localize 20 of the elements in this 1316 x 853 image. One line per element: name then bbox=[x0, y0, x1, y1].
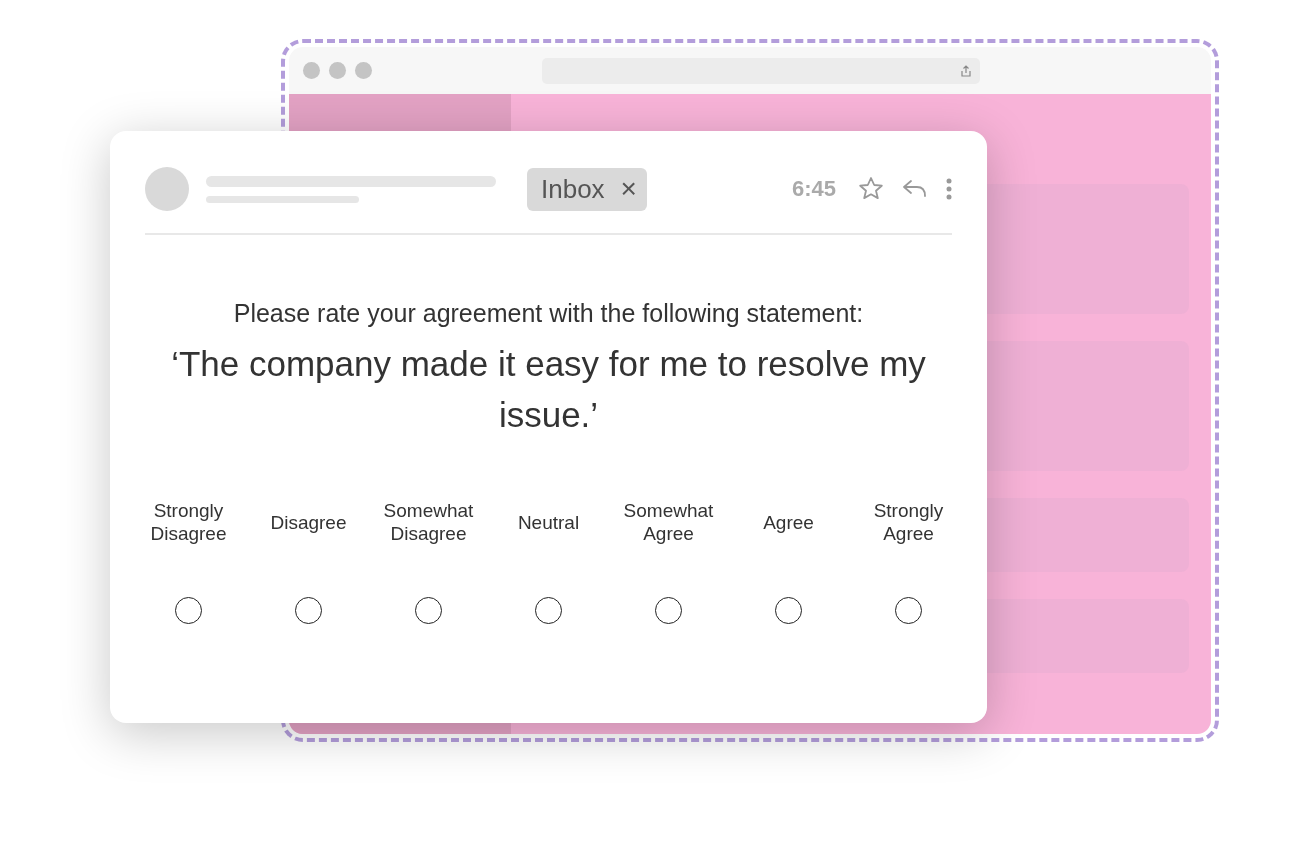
option-label: Somewhat Agree bbox=[622, 499, 715, 546]
email-time: 6:45 bbox=[791, 176, 836, 202]
remove-label-button[interactable]: × bbox=[620, 175, 637, 203]
option-label: Somewhat Disagree bbox=[382, 499, 475, 546]
share-icon[interactable] bbox=[960, 64, 972, 77]
option-label: Agree bbox=[762, 510, 815, 535]
reply-icon[interactable] bbox=[902, 178, 928, 200]
avatar bbox=[145, 167, 189, 211]
option-label: Neutral bbox=[516, 510, 581, 535]
window-control-icon[interactable] bbox=[355, 62, 372, 79]
chip-label: Inbox bbox=[541, 173, 605, 205]
option-label: Strongly Agree bbox=[872, 499, 945, 546]
more-menu-icon[interactable] bbox=[946, 178, 952, 200]
star-icon[interactable] bbox=[858, 176, 884, 202]
option-label: Strongly Disagree bbox=[149, 499, 228, 546]
survey-prompt: Please rate your agreement with the following statement: bbox=[232, 299, 865, 328]
survey-statement: ‘The company made it easy for me to resolve my issue.’ bbox=[170, 343, 927, 436]
window-control-icon[interactable] bbox=[303, 62, 320, 79]
option-label: Disagree bbox=[269, 510, 348, 535]
window-control-icon[interactable] bbox=[329, 62, 346, 79]
